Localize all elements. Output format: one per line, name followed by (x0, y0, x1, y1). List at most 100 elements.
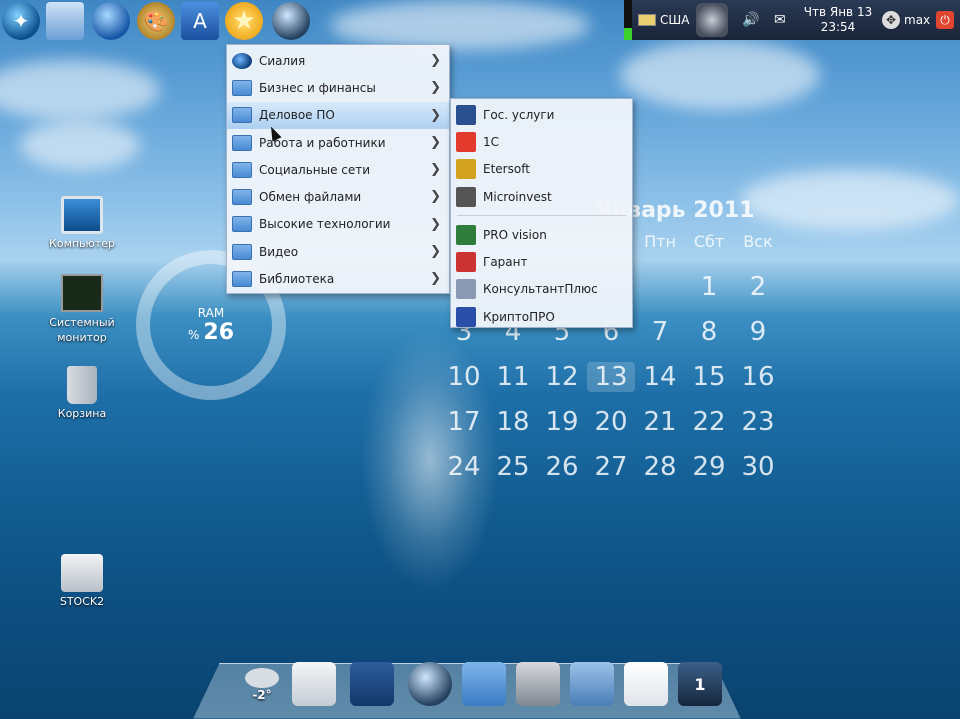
folder-icon (232, 161, 252, 178)
calendar-day[interactable]: 18 (489, 407, 537, 437)
mail-icon[interactable]: ✉ (774, 0, 786, 40)
chevron-right-icon: ❯ (430, 244, 441, 260)
clock-time: 23:54 (820, 20, 856, 34)
calendar-day[interactable]: 9 (734, 317, 782, 347)
calendar-day[interactable]: 20 (587, 407, 635, 437)
folder-icon (232, 134, 252, 151)
calendar-day[interactable]: 12 (538, 362, 586, 392)
menu-item-app[interactable]: Гарант (451, 248, 632, 275)
app-launcher-icon[interactable]: ✦ (2, 2, 40, 40)
office-tools-icon[interactable]: A (181, 2, 219, 40)
folder-icon (232, 79, 252, 96)
category-menu: Сиалия ❯ Бизнес и финансы ❯ Деловое ПО ❯ Работ… (226, 44, 450, 294)
calendar-day[interactable]: 24 (440, 452, 488, 482)
calendar-day[interactable]: 1 (685, 272, 733, 302)
calendar-day[interactable]: 29 (685, 452, 733, 482)
video-editor-icon[interactable] (516, 662, 560, 706)
calendar-day[interactable]: 19 (538, 407, 586, 437)
desktop-icon-trash[interactable]: Корзина (42, 366, 122, 420)
calendar-day[interactable]: 27 (587, 452, 635, 482)
calendar-day[interactable]: 21 (636, 407, 684, 437)
menu-item-label: Гарант (483, 255, 528, 270)
workspace-switcher-icon[interactable]: 1 (678, 662, 722, 706)
pro-vision-icon (456, 224, 476, 245)
calendar-weekday: Вск (743, 232, 773, 251)
menu-item-category[interactable]: Социальные сети ❯ (227, 156, 449, 183)
menu-item-app[interactable]: Etersoft (451, 156, 632, 183)
favorites-star-icon[interactable]: ★ (225, 2, 263, 40)
menu-item-label: Видео (259, 244, 299, 259)
menu-item-label: КонсультантПлюс (483, 282, 598, 297)
cloud (740, 170, 960, 230)
user-menu[interactable]: ✥ max (882, 0, 930, 40)
menu-item-app[interactable]: PRO vision (451, 221, 632, 248)
security-shield-icon[interactable] (696, 0, 728, 40)
ram-label: RAM (197, 305, 225, 320)
keyboard-layout[interactable]: США (638, 0, 689, 40)
calendar-day[interactable]: 7 (636, 317, 684, 347)
calendar-day[interactable]: 10 (440, 362, 488, 392)
clock[interactable]: Чтв Янв 13 23:54 (800, 0, 876, 40)
calendar-day[interactable]: 25 (489, 452, 537, 482)
chevron-right-icon: ❯ (430, 216, 441, 232)
menu-item-app[interactable]: Гос. услуги (451, 101, 632, 128)
cloud-icon (245, 668, 279, 688)
calendar-day[interactable]: 11 (489, 362, 537, 392)
menu-item-category[interactable]: Библиотека ❯ (227, 265, 449, 292)
menu-item-app[interactable]: Microinvest (451, 183, 632, 210)
media-player-icon[interactable] (408, 662, 452, 706)
folder-icon (232, 216, 252, 233)
calendar-day[interactable]: 23 (734, 407, 782, 437)
home-folder-icon[interactable] (462, 662, 506, 706)
speaker-icon[interactable]: 🔊 (742, 0, 759, 40)
calendar-day[interactable]: 16 (734, 362, 782, 392)
calendar-weekday: Сбт (693, 232, 725, 251)
desktop-icon-computer[interactable]: Компьютер (42, 196, 122, 250)
menu-item-category[interactable]: Работа и работники ❯ (227, 129, 449, 156)
menu-item-app[interactable]: 1С (451, 128, 632, 155)
graphics-palette-icon[interactable]: 🎨 (137, 2, 175, 40)
keyboard-icon (638, 14, 656, 26)
file-cabinet-icon[interactable] (570, 662, 614, 706)
menu-item-label: Деловое ПО (259, 108, 335, 123)
menu-item-label: Высокие технологии (259, 217, 391, 232)
sialia-icon (232, 52, 252, 69)
trash-icon (67, 366, 97, 404)
calendar-day[interactable]: 13 (587, 362, 635, 392)
menu-item-app[interactable]: КриптоПРО (451, 303, 632, 330)
menu-item-category[interactable]: Деловое ПО ❯ (227, 101, 449, 129)
file-manager-icon[interactable] (46, 2, 84, 40)
image-viewer-icon[interactable] (350, 662, 394, 706)
calendar-day[interactable]: 15 (685, 362, 733, 392)
desktop-icon-system-monitor[interactable]: Системный монитор (36, 274, 128, 345)
media-player-icon[interactable] (272, 2, 310, 40)
menu-item-category[interactable]: Видео ❯ (227, 238, 449, 265)
menu-item-category[interactable]: Обмен файлами ❯ (227, 183, 449, 210)
calendar-day[interactable]: 2 (734, 272, 782, 302)
calendar-day[interactable]: 14 (636, 362, 684, 392)
consultant-plus-icon (456, 279, 476, 300)
whiteboard-icon[interactable] (624, 662, 668, 706)
desktop-icon-stock2[interactable]: STOCK2 (42, 554, 122, 608)
menu-item-label: PRO vision (483, 227, 547, 242)
browser-globe-icon[interactable] (92, 2, 130, 40)
menu-item-label: Обмен файлами (259, 190, 362, 205)
calendar-day[interactable]: 22 (685, 407, 733, 437)
menu-item-category[interactable]: Высокие технологии ❯ (227, 211, 449, 238)
power-icon[interactable]: ⏻ (936, 0, 954, 40)
cryptopro-icon (456, 306, 476, 327)
menu-item-category[interactable]: Сиалия ❯ (227, 47, 449, 74)
calendar-day[interactable]: 28 (636, 452, 684, 482)
text-editor-icon[interactable] (292, 662, 336, 706)
weather-widget[interactable]: -2° (242, 668, 282, 708)
calendar-day[interactable]: 30 (734, 452, 782, 482)
calendar-day[interactable]: 17 (440, 407, 488, 437)
menu-item-app[interactable]: КонсультантПлюс (451, 276, 632, 303)
chevron-right-icon: ❯ (430, 162, 441, 178)
calendar-day[interactable]: 26 (538, 452, 586, 482)
menu-item-label: КриптоПРО (483, 309, 555, 324)
calendar-day[interactable]: 8 (685, 317, 733, 347)
menu-item-category[interactable]: Бизнес и финансы ❯ (227, 74, 449, 101)
folder-icon (232, 271, 252, 288)
volume-meter (624, 0, 634, 40)
